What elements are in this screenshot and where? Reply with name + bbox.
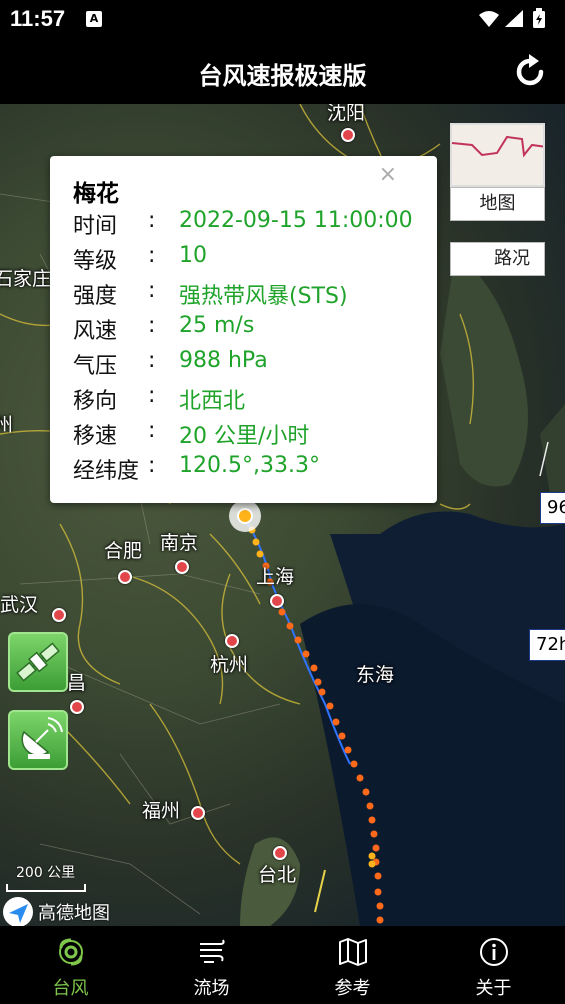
tab-reference[interactable]: 参考	[282, 926, 423, 1004]
map-scale-bar: 200 公里	[6, 862, 86, 894]
info-separator: :	[148, 383, 156, 408]
info-row-direction: 移向 : 北西北	[73, 383, 423, 417]
typhoon-name: 梅花	[73, 181, 119, 207]
city-label: 上海	[256, 566, 295, 588]
info-value: 20 公里/小时	[179, 424, 310, 449]
city-marker	[341, 128, 355, 142]
city-marker	[270, 594, 284, 608]
city-marker	[118, 570, 132, 584]
info-value: 强热带风暴(STS)	[179, 284, 348, 309]
city-label: 台北	[258, 864, 297, 886]
info-key: 移速	[73, 424, 118, 449]
status-time: 11:57	[10, 6, 66, 31]
city-marker	[191, 806, 205, 820]
tab-label: 台风	[52, 978, 89, 999]
city-label: 石家庄	[0, 268, 52, 290]
info-value: 25 m/s	[179, 313, 255, 338]
info-row-coordinates: 经纬度 : 120.5°,33.3°	[73, 453, 423, 487]
info-separator: :	[148, 313, 156, 338]
info-value: 120.5°,33.3°	[179, 453, 320, 478]
city-label: 州	[0, 414, 14, 436]
info-row-intensity: 强度 : 强热带风暴(STS)	[73, 278, 423, 312]
city-label: 沈阳	[327, 104, 366, 124]
radar-button[interactable]	[8, 710, 68, 770]
city-marker	[52, 608, 66, 622]
wifi-icon	[479, 11, 499, 27]
map-layer-switch: 地图 路况	[450, 123, 545, 276]
info-row-grade: 等级 : 10	[73, 243, 423, 277]
city-marker	[225, 634, 239, 648]
info-separator: :	[148, 453, 156, 478]
city-label: 福州	[142, 800, 181, 822]
satellite-icon	[16, 642, 60, 682]
info-separator: :	[148, 243, 156, 268]
status-bar: 11:57 A	[0, 0, 565, 38]
tab-label: 参考	[334, 978, 371, 999]
map-layer-button[interactable]: 地图	[450, 187, 545, 221]
scale-label: 200 公里	[16, 865, 76, 881]
info-value: 988 hPa	[179, 348, 268, 373]
amap-logo-icon	[3, 897, 33, 926]
notification-icon: A	[86, 11, 102, 27]
info-value: 2022-09-15 11:00:00	[179, 208, 413, 233]
info-row-pressure: 气压 : 988 hPa	[73, 348, 423, 382]
app-title: 台风速报极速版	[198, 62, 367, 90]
map-provider-logo: 高德地图	[2, 896, 110, 926]
typhoon-info-popup: × 梅花 时间 : 2022-09-15 11:00:00 等级 : 10 强度…	[50, 156, 437, 503]
typhoon-icon	[58, 938, 83, 966]
map-thumbnail-graphic	[452, 135, 543, 158]
signal-icon	[505, 10, 523, 27]
tab-flow[interactable]: 流场	[141, 926, 282, 1004]
map-thumbnail[interactable]	[450, 123, 545, 187]
city-marker	[70, 700, 84, 714]
info-key: 风速	[73, 319, 118, 344]
info-separator: :	[148, 208, 156, 233]
info-icon	[479, 938, 508, 966]
city-marker	[175, 560, 189, 574]
scale-ruler	[6, 884, 86, 892]
wind-flow-icon	[199, 939, 225, 963]
tab-label: 关于	[475, 978, 512, 999]
app-bar: 台风速报极速版	[0, 38, 565, 104]
forecast-96h-label: 96	[540, 492, 565, 524]
status-icons	[479, 8, 545, 28]
info-key: 强度	[73, 284, 118, 309]
close-icon[interactable]: ×	[379, 162, 397, 187]
info-key: 气压	[73, 354, 118, 379]
map-view[interactable]: 沈阳 石家庄 合肥 南京 上海 武汉 杭州 南昌 福州 台北 东海 州 96 7…	[0, 104, 565, 926]
tab-typhoon[interactable]: 台风	[0, 926, 141, 1004]
satellite-button[interactable]	[8, 632, 68, 692]
map-provider-label: 高德地图	[38, 903, 110, 924]
info-separator: :	[148, 418, 156, 443]
city-label: 杭州	[210, 654, 249, 676]
tab-label: 流场	[193, 978, 230, 999]
info-key: 经纬度	[73, 459, 140, 484]
city-label: 东海	[356, 664, 395, 686]
info-row-wind-speed: 风速 : 25 m/s	[73, 313, 423, 347]
info-value: 10	[179, 243, 207, 268]
forecast-72h-label: 72h	[529, 629, 565, 661]
radar-icon	[21, 717, 63, 759]
city-marker	[273, 846, 287, 860]
info-row-move-speed: 移速 : 20 公里/小时	[73, 418, 423, 452]
info-key: 移向	[73, 389, 118, 414]
city-label: 武汉	[0, 594, 39, 616]
city-label: 合肥	[104, 540, 143, 562]
info-key: 时间	[73, 214, 118, 239]
info-value: 北西北	[179, 389, 246, 414]
info-separator: :	[148, 278, 156, 303]
info-row-time: 时间 : 2022-09-15 11:00:00	[73, 208, 423, 242]
map-icon	[338, 938, 367, 966]
refresh-icon[interactable]	[515, 52, 547, 88]
typhoon-position-marker	[229, 500, 261, 532]
info-separator: :	[148, 348, 156, 373]
traffic-layer-button[interactable]: 路况	[450, 242, 545, 276]
info-key: 等级	[73, 249, 118, 274]
bottom-tab-bar: 台风 流场 参考 关于	[0, 926, 565, 1004]
city-label: 南京	[160, 532, 199, 554]
tab-about[interactable]: 关于	[423, 926, 564, 1004]
